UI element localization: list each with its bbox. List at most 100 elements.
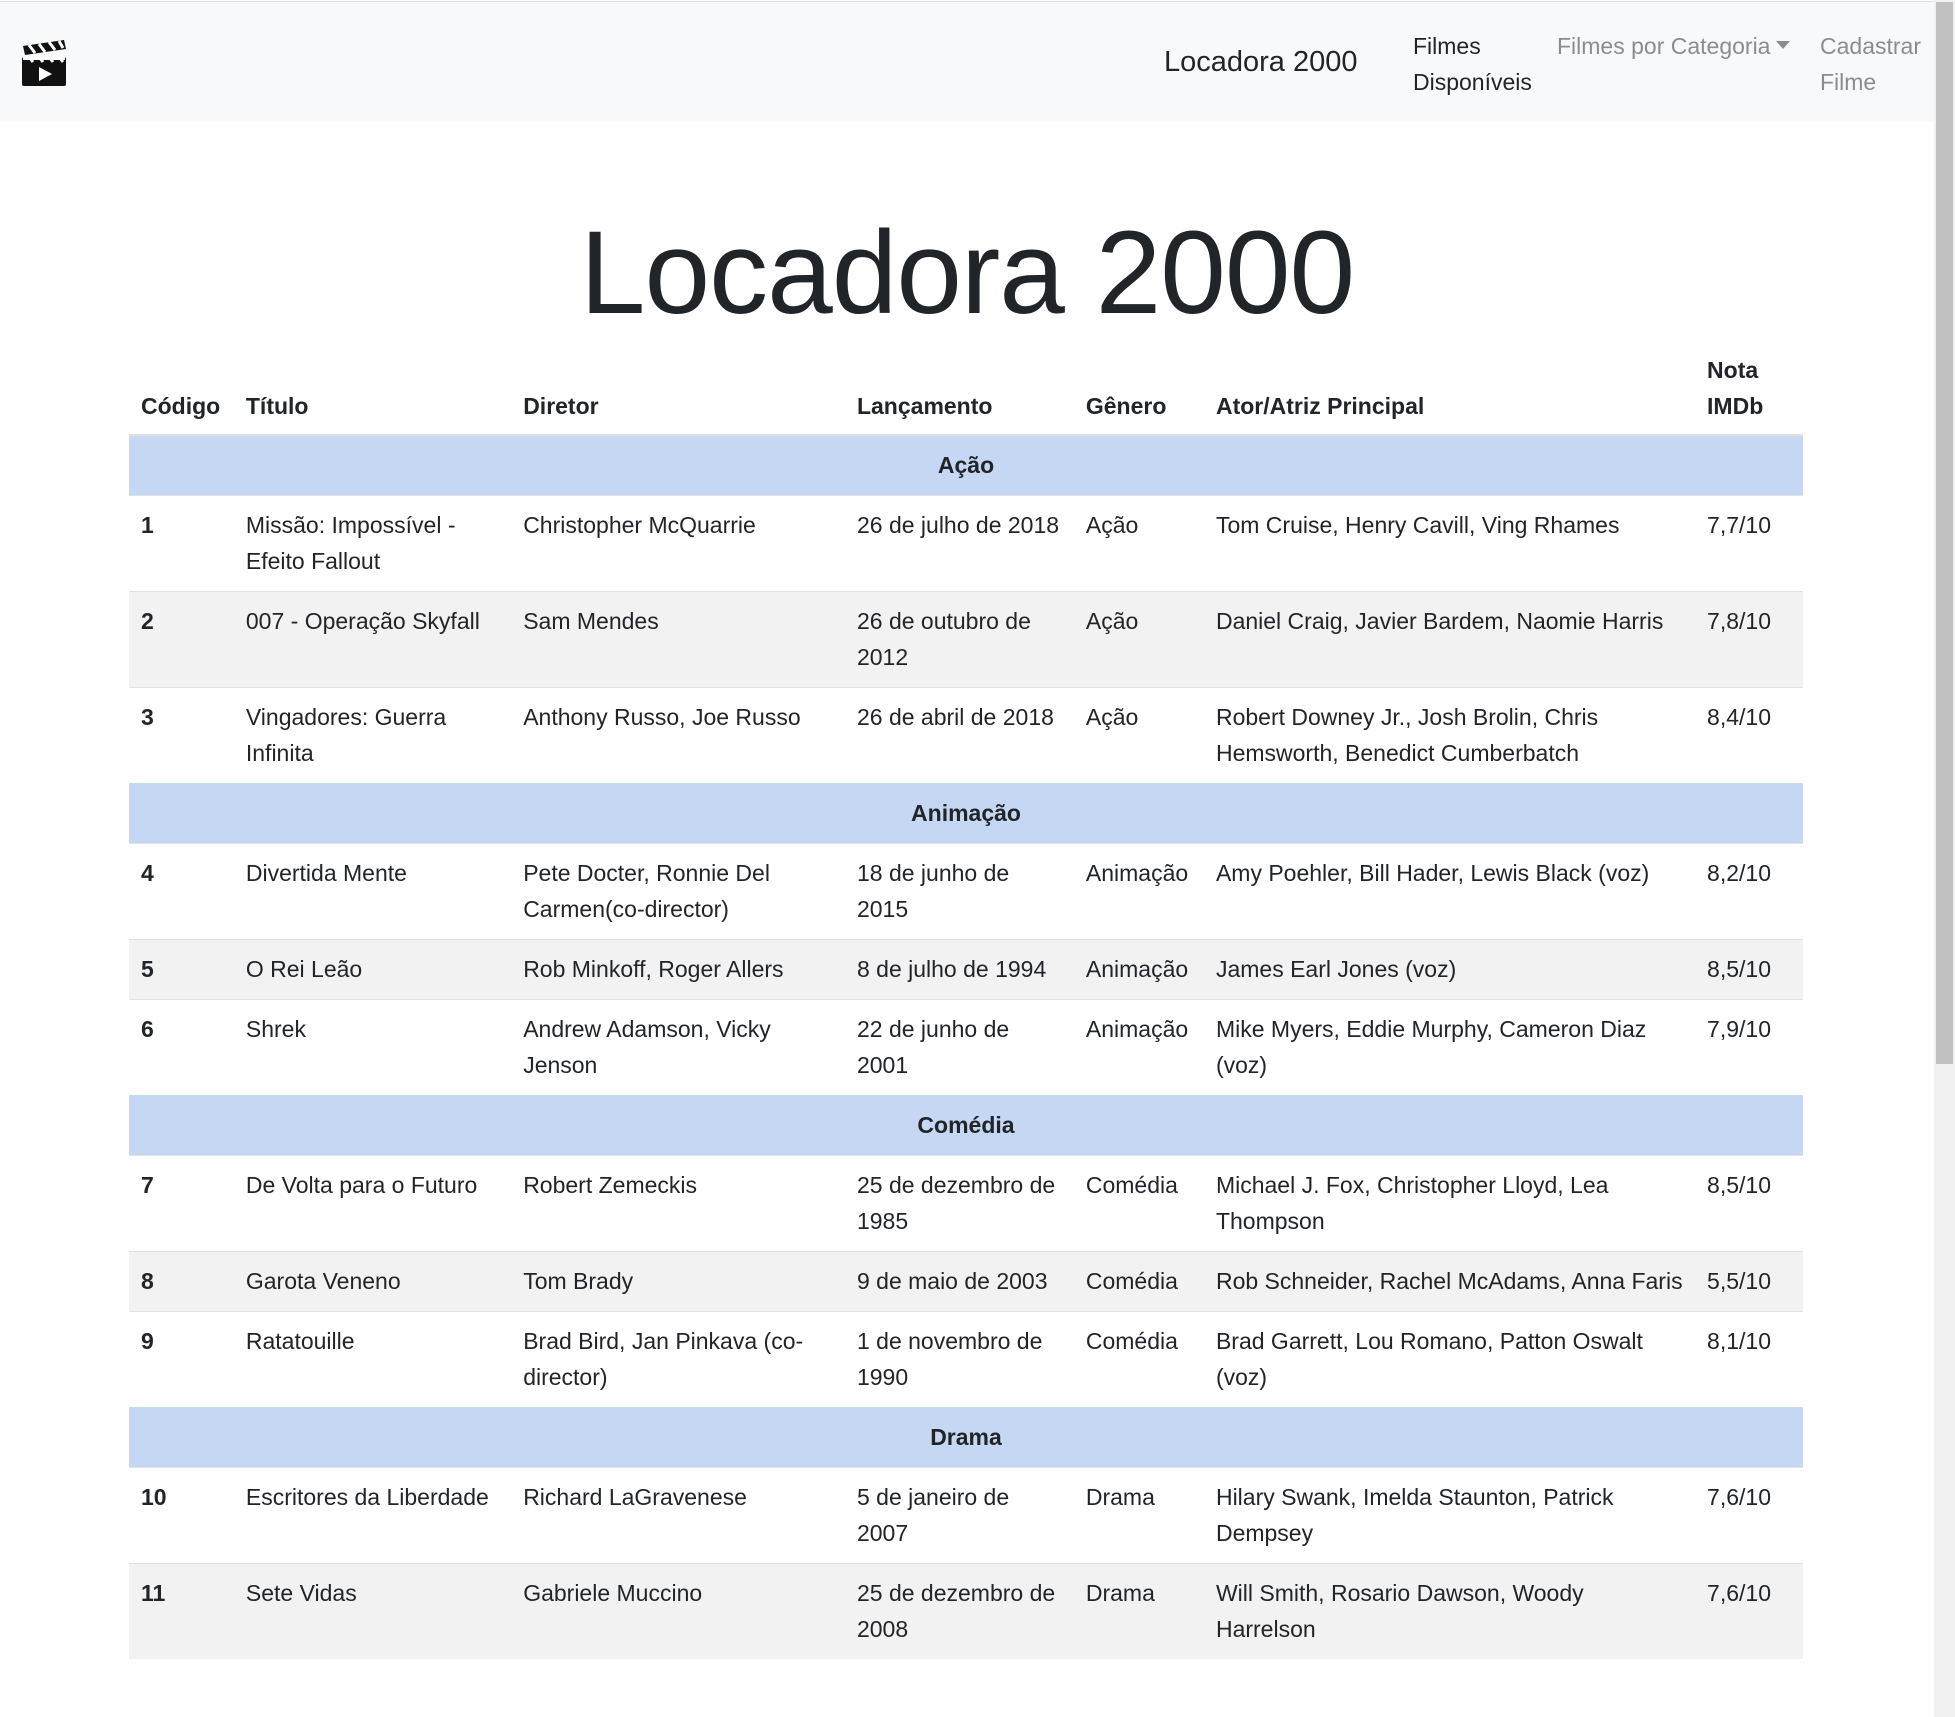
film-genre: Comédia: [1073, 1155, 1204, 1252]
film-cast: Michael J. Fox, Christopher Lloyd, Lea T…: [1203, 1155, 1696, 1252]
category-row: Comédia: [129, 1095, 1803, 1156]
film-release: 5 de janeiro de 2007: [844, 1467, 1074, 1564]
header-ator-principal: Ator/Atriz Principal: [1203, 352, 1696, 436]
film-director: Andrew Adamson, Vicky Jenson: [511, 999, 845, 1096]
film-title: Escritores da Liberdade: [233, 1467, 512, 1564]
film-director: Tom Brady: [511, 1251, 845, 1312]
film-director: Sam Mendes: [511, 591, 845, 688]
table-row[interactable]: 9 Ratatouille Brad Bird, Jan Pinkava (co-d…: [129, 1311, 1803, 1408]
film-release: 25 de dezembro de 2008: [844, 1563, 1074, 1659]
film-code: 4: [129, 843, 234, 940]
film-genre: Animação: [1073, 939, 1204, 1000]
film-director: Christopher McQuarrie: [511, 495, 845, 592]
film-release: 26 de abril de 2018: [844, 687, 1074, 784]
film-director: Gabriele Muccino: [511, 1563, 845, 1659]
film-title: Sete Vidas: [233, 1563, 512, 1659]
film-release: 1 de novembro de 1990: [844, 1311, 1074, 1408]
film-title: O Rei Leão: [233, 939, 512, 1000]
film-code: 5: [129, 939, 234, 1000]
table-row[interactable]: 4 Divertida Mente Pete Docter, Ronnie Del …: [129, 843, 1803, 940]
table-row[interactable]: 7 De Volta para o Futuro Robert Zemeckis 25…: [129, 1155, 1803, 1252]
film-rating: 7,9/10: [1695, 999, 1803, 1096]
header-lancamento: Lançamento: [844, 352, 1074, 436]
film-release: 22 de junho de 2001: [844, 999, 1074, 1096]
film-rating: 7,8/10: [1695, 591, 1803, 688]
header-genero: Gênero: [1073, 352, 1204, 436]
table-row[interactable]: 3 Vingadores: Guerra Infinita Anthony Russ…: [129, 687, 1803, 784]
film-code: 10: [129, 1467, 234, 1564]
film-release: 8 de julho de 1994: [844, 939, 1074, 1000]
table-row[interactable]: 2 007 - Operação Skyfall Sam Mendes 26 de o…: [129, 591, 1803, 688]
clapperboard-icon[interactable]: [20, 40, 68, 88]
page-title: Locadora 2000: [579, 207, 1355, 340]
film-cast: Daniel Craig, Javier Bardem, Naomie Harr…: [1203, 591, 1696, 688]
category-row: Ação: [129, 434, 1803, 496]
film-code: 6: [129, 999, 234, 1096]
navbar: Locadora 2000 Filmes Disponíveis Filmes …: [0, 1, 1934, 122]
category-row: Animação: [129, 783, 1803, 844]
film-cast: Robert Downey Jr., Josh Brolin, Chris He…: [1203, 687, 1696, 784]
category-row: Drama: [129, 1407, 1803, 1468]
table-row[interactable]: 10 Escritores da Liberdade Richard LaGrave…: [129, 1467, 1803, 1564]
film-rating: 7,7/10: [1695, 495, 1803, 592]
header-diretor: Diretor: [511, 352, 845, 436]
film-director: Richard LaGravenese: [511, 1467, 845, 1564]
film-code: 8: [129, 1251, 234, 1312]
caret-down-icon: [1776, 41, 1791, 49]
film-director: Pete Docter, Ronnie Del Carmen(co-direct…: [511, 843, 845, 940]
film-release: 26 de outubro de 2012: [844, 591, 1074, 688]
film-cast: Rob Schneider, Rachel McAdams, Anna Fari…: [1203, 1251, 1696, 1312]
film-code: 7: [129, 1155, 234, 1252]
nav-cadastrar-filme[interactable]: Cadastrar Filme: [1820, 28, 1930, 100]
navbar-brand[interactable]: Locadora 2000: [1164, 46, 1358, 79]
film-title: Garota Veneno: [233, 1251, 512, 1312]
film-rating: 7,6/10: [1695, 1563, 1803, 1659]
header-nota-imdb: Nota IMDb: [1695, 352, 1803, 436]
film-director: Anthony Russo, Joe Russo: [511, 687, 845, 784]
film-title: Vingadores: Guerra Infinita: [233, 687, 512, 784]
table-body: Ação 1 Missão: Impossível - Efeito Fallout…: [129, 434, 1803, 1659]
film-title: 007 - Operação Skyfall: [233, 591, 512, 688]
film-cast: Will Smith, Rosario Dawson, Woody Harrel…: [1203, 1563, 1696, 1659]
film-cast: Hilary Swank, Imelda Staunton, Patrick D…: [1203, 1467, 1696, 1564]
category-label: Animação: [129, 783, 1803, 844]
film-genre: Ação: [1073, 495, 1204, 592]
film-release: 26 de julho de 2018: [844, 495, 1074, 592]
category-label: Ação: [129, 434, 1803, 496]
film-cast: Amy Poehler, Bill Hader, Lewis Black (vo…: [1203, 843, 1696, 940]
film-director: Robert Zemeckis: [511, 1155, 845, 1252]
films-table: Código Título Diretor Lançamento Gênero …: [129, 352, 1803, 1659]
film-code: 11: [129, 1563, 234, 1659]
film-code: 2: [129, 591, 234, 688]
film-title: Missão: Impossível - Efeito Fallout: [233, 495, 512, 592]
film-release: 25 de dezembro de 1985: [844, 1155, 1074, 1252]
film-title: Shrek: [233, 999, 512, 1096]
table-row[interactable]: 5O Rei Leão Rob Minkoff, Roger Allers 8 de…: [129, 939, 1803, 1000]
category-label: Drama: [129, 1407, 1803, 1468]
table-row[interactable]: 8 Garota Veneno Tom Brady 9 de maio de 2003…: [129, 1251, 1803, 1312]
film-title: De Volta para o Futuro: [233, 1155, 512, 1252]
film-genre: Animação: [1073, 843, 1204, 940]
nav-filmes-disponiveis[interactable]: Filmes Disponíveis: [1413, 28, 1553, 100]
film-code: 1: [129, 495, 234, 592]
film-rating: 8,4/10: [1695, 687, 1803, 784]
film-title: Ratatouille: [233, 1311, 512, 1408]
film-genre: Drama: [1073, 1467, 1204, 1564]
table-row[interactable]: 1 Missão: Impossível - Efeito Fallout Chri…: [129, 495, 1803, 592]
film-rating: 8,5/10: [1695, 1155, 1803, 1252]
film-genre: Comédia: [1073, 1251, 1204, 1312]
film-genre: Comédia: [1073, 1311, 1204, 1408]
film-rating: 8,2/10: [1695, 843, 1803, 940]
film-rating: 8,5/10: [1695, 939, 1803, 1000]
film-genre: Drama: [1073, 1563, 1204, 1659]
film-director: Brad Bird, Jan Pinkava (co-director): [511, 1311, 845, 1408]
table-row[interactable]: 11 Sete Vidas Gabriele Muccino 25 de dezemb…: [129, 1563, 1803, 1659]
film-rating: 7,6/10: [1695, 1467, 1803, 1564]
film-cast: Brad Garrett, Lou Romano, Patton Oswalt …: [1203, 1311, 1696, 1408]
film-release: 9 de maio de 2003: [844, 1251, 1074, 1312]
table-row[interactable]: 6 Shrek Andrew Adamson, Vicky Jenson 22 de …: [129, 999, 1803, 1096]
film-code: 9: [129, 1311, 234, 1408]
scrollbar-thumb[interactable]: [1936, 2, 1953, 1064]
nav-filmes-por-categoria[interactable]: Filmes por Categoria: [1557, 28, 1791, 64]
film-title: Divertida Mente: [233, 843, 512, 940]
